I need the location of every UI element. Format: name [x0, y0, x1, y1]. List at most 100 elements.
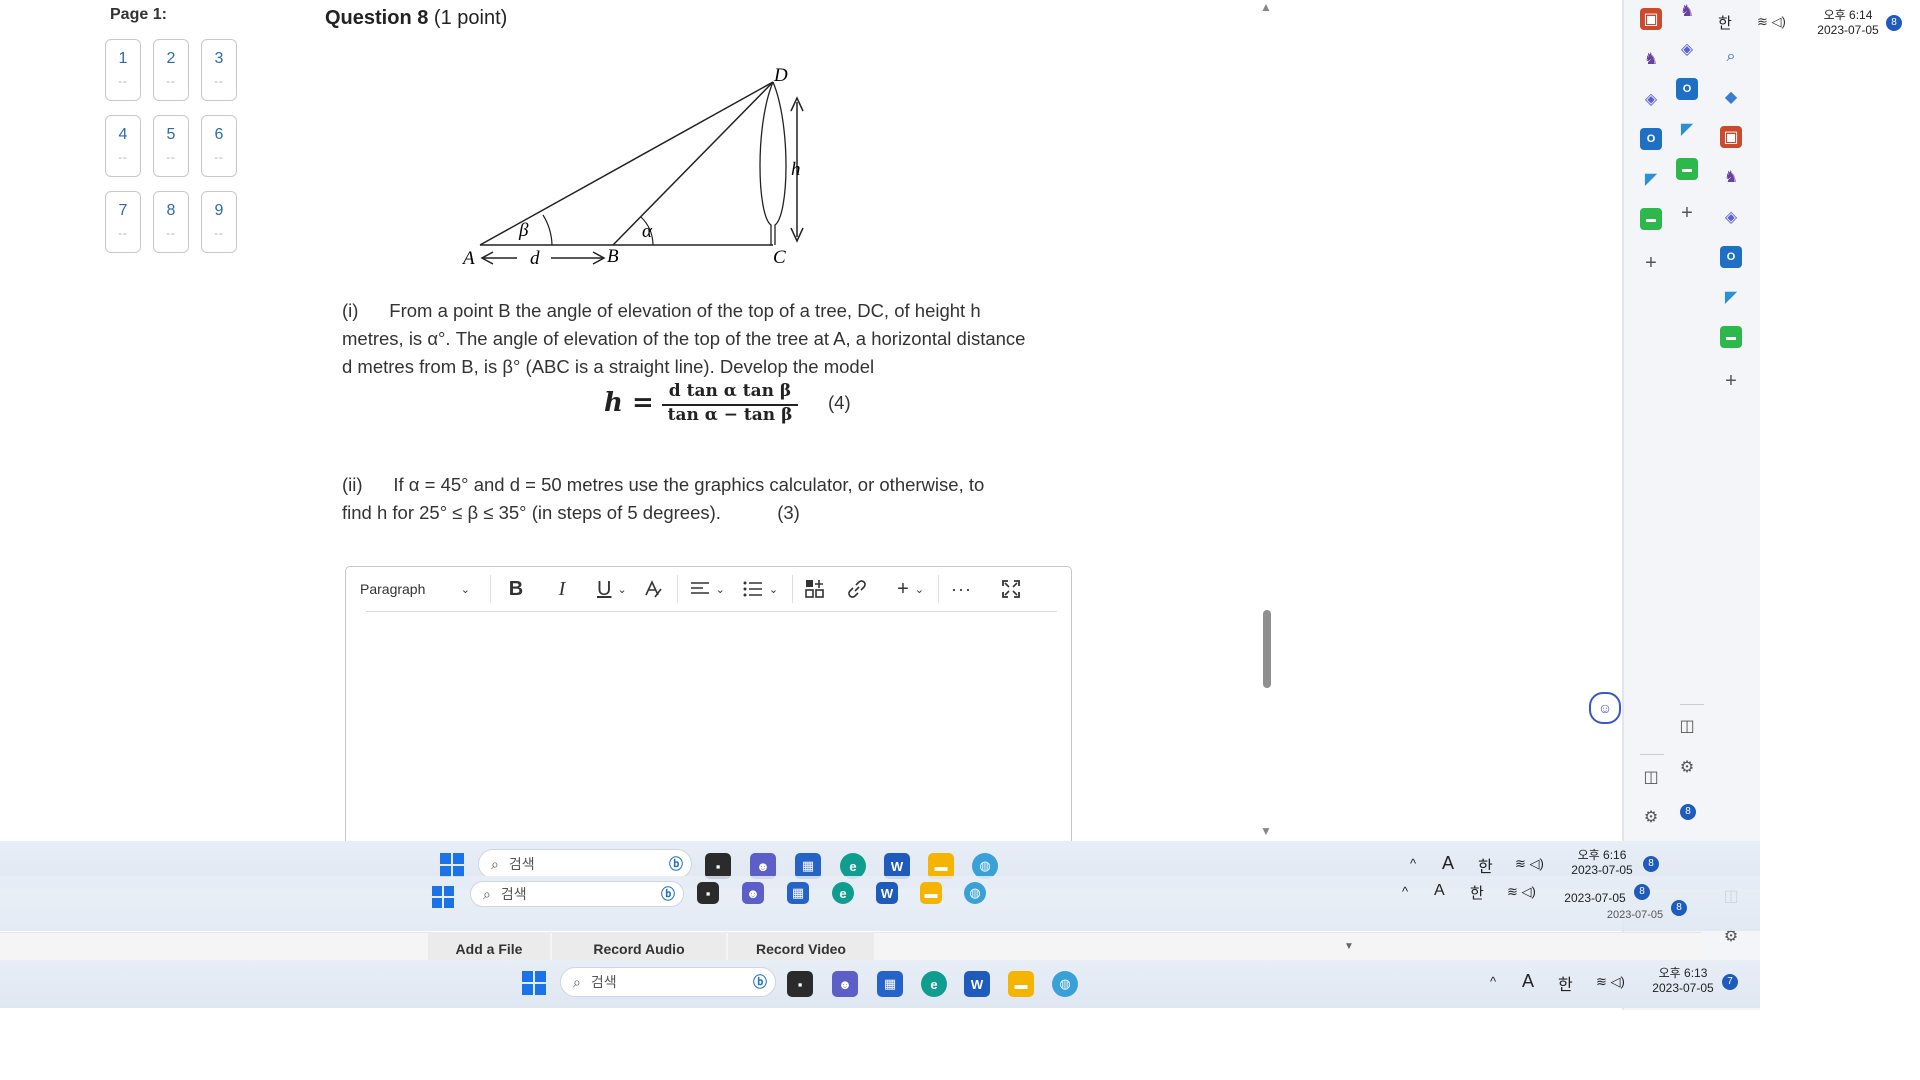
wifi-volume-icon[interactable]: ≋ ◁) [1515, 856, 1544, 872]
task-view-icon[interactable]: ▪ [787, 971, 813, 997]
split-view-icon[interactable]: ◫ [1640, 766, 1662, 788]
assistant-icon[interactable]: ☺ [1589, 692, 1621, 724]
globe-app-icon[interactable]: ◍ [1052, 971, 1078, 997]
text-color-button[interactable] [643, 573, 663, 605]
ime-language-indicator[interactable]: 한 [1478, 853, 1493, 877]
taskbar-search[interactable]: ⌕ 검색 ⓑ [560, 967, 776, 997]
more-options-button[interactable]: ··· [951, 573, 972, 605]
word-icon[interactable]: W [964, 971, 990, 997]
outlook-icon[interactable]: O [1640, 128, 1662, 150]
underline-button[interactable]: U ⌄ [597, 573, 627, 605]
edge-icon[interactable]: e [921, 971, 947, 997]
taskbar-clock[interactable]: 오후 6:16 2023-07-05 [1562, 848, 1642, 878]
list-button[interactable]: ⌄ [743, 573, 778, 605]
globe-app-icon[interactable]: ◍ [964, 882, 986, 904]
chevron-up-icon[interactable]: ^ [1410, 856, 1416, 871]
split-view-icon[interactable]: ◫ [1676, 715, 1698, 737]
ime-mode-indicator[interactable]: A [1434, 882, 1445, 900]
task-view-icon[interactable]: ▪ [697, 882, 719, 904]
question-points: (1 point) [433, 7, 508, 29]
word-icon[interactable]: W [876, 882, 898, 904]
italic-button[interactable]: I [549, 573, 575, 605]
telegram-icon[interactable]: ◤ [1640, 168, 1662, 190]
question-button-2[interactable]: 2 -- [153, 39, 189, 101]
insert-link-button[interactable] [847, 573, 867, 605]
plus-icon[interactable]: + [1640, 252, 1662, 274]
dropdown-arrow-icon[interactable]: ▼ [1344, 941, 1354, 952]
scrollbar-thumb[interactable] [1263, 610, 1271, 688]
question-button-9[interactable]: 9 -- [201, 191, 237, 253]
copilot-icon[interactable]: ◈ [1720, 206, 1742, 228]
part-i-line1: From a point B the angle of elevation of… [389, 300, 981, 321]
wifi-volume-icon[interactable]: ≋ ◁) [1507, 884, 1536, 900]
chevron-up-icon[interactable]: ^ [1402, 884, 1408, 899]
insert-media-button[interactable] [805, 573, 825, 605]
gear-icon[interactable]: ⚙ [1676, 756, 1698, 778]
question-button-3[interactable]: 3 -- [201, 39, 237, 101]
page-scrollbar[interactable] [1258, 0, 1274, 840]
chess-icon[interactable]: ♞ [1640, 48, 1662, 70]
windows-start-icon[interactable] [522, 971, 546, 1000]
plus-icon[interactable]: + [1676, 202, 1698, 224]
scroll-up-icon[interactable]: ▲ [1260, 0, 1272, 14]
ime-language-indicator[interactable]: 한 [1470, 882, 1484, 903]
telegram-icon[interactable]: ◤ [1720, 286, 1742, 308]
record-video-button[interactable]: Record Video [728, 932, 874, 960]
ime-mode-indicator[interactable]: A [1522, 971, 1534, 992]
copilot-icon[interactable]: ◈ [1640, 88, 1662, 110]
scroll-down-icon[interactable]: ▼ [1260, 824, 1272, 838]
teams-icon[interactable]: ☻ [742, 882, 764, 904]
ime-language-indicator[interactable]: 한 [1558, 971, 1573, 995]
question-button-1[interactable]: 1 -- [105, 39, 141, 101]
side-divider [1680, 704, 1704, 705]
copilot-icon[interactable]: ◈ [1676, 38, 1698, 60]
chevron-up-icon[interactable]: ^ [1490, 974, 1496, 989]
align-button[interactable]: ⌄ [690, 573, 725, 605]
question-button-6[interactable]: 6 -- [201, 115, 237, 177]
question-status: -- [166, 152, 176, 164]
add-file-button[interactable]: Add a File [428, 932, 550, 960]
file-explorer-icon[interactable]: ▬ [920, 882, 942, 904]
note-app-icon[interactable]: ▬ [1676, 158, 1698, 180]
ime-language-indicator[interactable]: 한 [1718, 12, 1732, 33]
outlook-icon[interactable]: O [1676, 78, 1698, 100]
gear-icon[interactable]: ⚙ [1640, 806, 1662, 828]
taskbar-search[interactable]: ⌕ 검색 ⓑ [470, 881, 684, 907]
chess-icon[interactable]: ♞ [1676, 0, 1698, 22]
question-button-7[interactable]: 7 -- [105, 191, 141, 253]
wifi-volume-icon[interactable]: ≋ ◁) [1596, 974, 1625, 990]
question-button-5[interactable]: 5 -- [153, 115, 189, 177]
toolbox-icon[interactable]: ▣ [1640, 8, 1662, 30]
chess-icon[interactable]: ♞ [1720, 166, 1742, 188]
taskbar-search[interactable]: ⌕ 검색 ⓑ [478, 849, 692, 879]
taskbar-clock[interactable]: 오후 6:13 2023-07-05 [1643, 966, 1723, 996]
teams-icon[interactable]: ☻ [832, 971, 858, 997]
ime-mode-indicator[interactable]: A [1442, 853, 1454, 874]
paragraph-format-select[interactable]: Paragraph ⌄ [360, 573, 476, 605]
question-button-4[interactable]: 4 -- [105, 115, 141, 177]
windows-start-icon[interactable] [432, 886, 454, 913]
file-explorer-icon[interactable]: ▬ [1008, 971, 1034, 997]
fullscreen-button[interactable] [1002, 573, 1020, 605]
outlook-icon[interactable]: O [1720, 246, 1742, 268]
store-icon[interactable]: ▦ [787, 882, 809, 904]
plus-icon[interactable]: + [1720, 370, 1742, 392]
telegram-icon[interactable]: ◤ [1676, 118, 1698, 140]
wifi-volume-icon[interactable]: ≋ ◁) [1757, 14, 1786, 30]
question-button-8[interactable]: 8 -- [153, 191, 189, 253]
search-icon[interactable]: ⌕ [1720, 46, 1742, 68]
edge-icon[interactable]: e [832, 882, 854, 904]
tree-shape [759, 81, 787, 245]
note-app-icon[interactable]: ▬ [1640, 208, 1662, 230]
note-app-icon[interactable]: ▬ [1720, 326, 1742, 348]
top-clock[interactable]: 오후 6:14 2023-07-05 [1808, 8, 1888, 38]
insert-more-button[interactable]: + ⌄ [897, 573, 924, 605]
record-audio-button[interactable]: Record Audio [552, 932, 726, 960]
formula-denominator: tan α − tan β [667, 405, 793, 425]
tag-icon[interactable]: ◆ [1720, 86, 1742, 108]
taskbar-clock[interactable]: 2023-07-05 [1555, 891, 1635, 906]
bold-button[interactable]: B [503, 573, 529, 605]
toolbox-icon[interactable]: ▣ [1720, 126, 1742, 148]
answer-editor[interactable]: Paragraph ⌄ B I U ⌄ ⌄ ⌄ + ⌄ ··· [345, 566, 1072, 866]
store-icon[interactable]: ▦ [877, 971, 903, 997]
